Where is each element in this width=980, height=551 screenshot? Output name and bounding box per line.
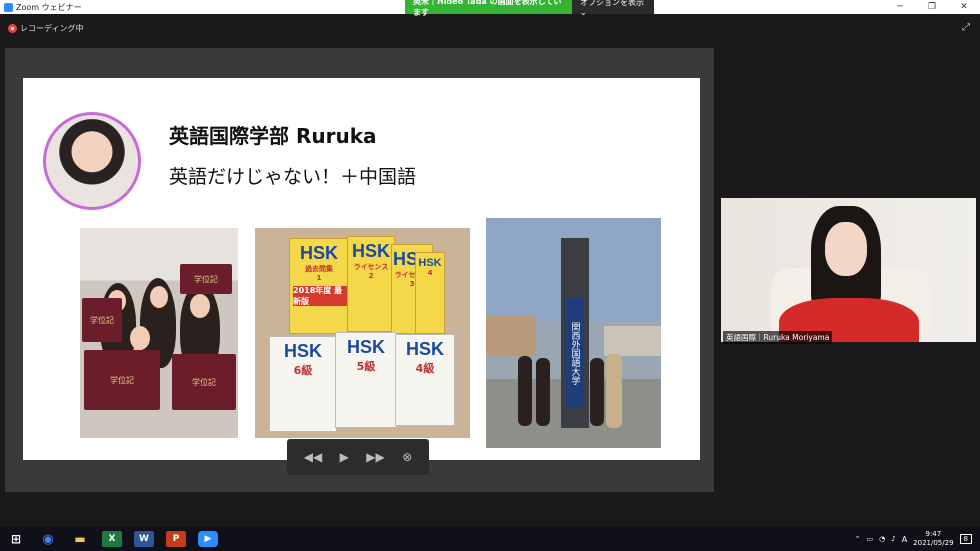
participant-video[interactable]: [721, 198, 976, 342]
play-icon[interactable]: ▶: [340, 450, 349, 464]
diploma: 学位記: [180, 264, 232, 294]
face: [825, 222, 867, 276]
window-controls: ─ ❐ ✕: [884, 0, 980, 14]
edition-banner: 2018年度 最新版: [293, 286, 347, 306]
video-playback-controls: ◀◀ ▶ ▶▶ ⊗: [287, 439, 429, 475]
participant-name: 英語国際｜Ruruka Moriyama: [723, 331, 833, 344]
face: [150, 286, 168, 308]
record-icon: [8, 23, 17, 33]
face: [190, 294, 210, 318]
file-explorer-icon[interactable]: ▬: [70, 531, 90, 547]
slide-subtitle: 英語だけじゃない！＋中国語: [169, 166, 417, 188]
person: [606, 354, 622, 428]
person: [518, 356, 532, 426]
person: [536, 358, 550, 426]
hsk-books-photo: HSK 過去問集 1 HSK ライセンス 2 HSK ライセンス 3 HSK 4: [255, 228, 470, 438]
shared-screen: 英語国際学部 Ruruka 英語だけじゃない！＋中国語 学位記 学位記 学位記 …: [5, 48, 714, 492]
expand-icon[interactable]: ⤢: [962, 22, 970, 33]
view-options-button[interactable]: オプションを表示 ⌄: [572, 0, 654, 17]
clock[interactable]: 9:47 2021/05/29: [913, 530, 953, 548]
wifi-icon[interactable]: ◔: [879, 535, 885, 543]
diploma: 学位記: [172, 354, 236, 410]
graduation-photo: 学位記 学位記 学位記 学位記: [80, 228, 238, 438]
network-icon[interactable]: ▭: [866, 535, 873, 543]
recording-indicator: レコーディング中: [8, 21, 83, 35]
powerpoint-icon[interactable]: P: [166, 531, 186, 547]
hsk-book: HSK 4: [415, 252, 445, 334]
restore-button[interactable]: ❐: [916, 0, 948, 14]
share-status: 英米｜Hideo Tada の画面を表示しています: [405, 0, 572, 17]
diploma: 学位記: [82, 298, 122, 342]
building: [486, 316, 536, 356]
notification-count: 8: [963, 535, 968, 543]
zoom-app-icon: [4, 2, 13, 12]
chrome-icon[interactable]: ◉: [38, 531, 58, 547]
face: [130, 326, 150, 350]
minimize-button[interactable]: ─: [884, 0, 916, 14]
recording-label: レコーディング中: [20, 23, 84, 33]
system-tray: ⌃ ▭ ◔ ♪ A 9:47 2021/05/29 8: [855, 527, 972, 551]
word-icon[interactable]: W: [134, 531, 154, 547]
close-button[interactable]: ✕: [948, 0, 980, 14]
hsk-book: HSK ライセンス 2: [347, 236, 395, 332]
diploma: 学位記: [84, 350, 160, 410]
ime-indicator[interactable]: A: [902, 535, 907, 544]
fast-forward-icon[interactable]: ▶▶: [366, 450, 384, 464]
building: [604, 326, 661, 356]
university-sign: 関西外国語大学: [566, 298, 584, 408]
clock-time: 9:47: [925, 530, 942, 538]
start-menu-icon[interactable]: ⊞: [6, 531, 26, 547]
zoom-taskbar-icon[interactable]: ▶: [198, 531, 218, 547]
chevron-up-icon[interactable]: ⌃: [855, 535, 861, 543]
slide-title: 英語国際学部 Ruruka: [169, 124, 377, 148]
person: [590, 358, 604, 426]
hsk-book: HSK 4級: [395, 334, 455, 426]
notification-icon[interactable]: 8: [959, 534, 972, 544]
volume-icon[interactable]: ♪: [891, 535, 895, 543]
window-title: Zoom ウェビナー: [16, 2, 82, 12]
windows-taskbar: ⊞ ◉ ▬ X W P ▶ ⌃ ▭ ◔ ♪ A 9:47 2021/05/29 …: [0, 527, 980, 551]
hsk-book: HSK 5級: [335, 332, 397, 428]
close-playback-icon[interactable]: ⊗: [402, 450, 412, 464]
excel-icon[interactable]: X: [102, 531, 122, 547]
rewind-icon[interactable]: ◀◀: [304, 450, 322, 464]
clock-date: 2021/05/29: [913, 539, 954, 547]
campus-tower-photo: 関西外国語大学: [486, 218, 661, 448]
zoom-webinar-window: Zoom ウェビナー ─ ❐ ✕ 英米｜Hideo Tada の画面を表示してい…: [0, 0, 980, 551]
screen-share-banner: 英米｜Hideo Tada の画面を表示しています オプションを表示 ⌄: [405, 0, 654, 17]
presentation-slide: 英語国際学部 Ruruka 英語だけじゃない！＋中国語 学位記 学位記 学位記 …: [23, 78, 700, 460]
presenter-avatar: [43, 112, 141, 210]
hsk-book: HSK 6級: [269, 336, 337, 432]
